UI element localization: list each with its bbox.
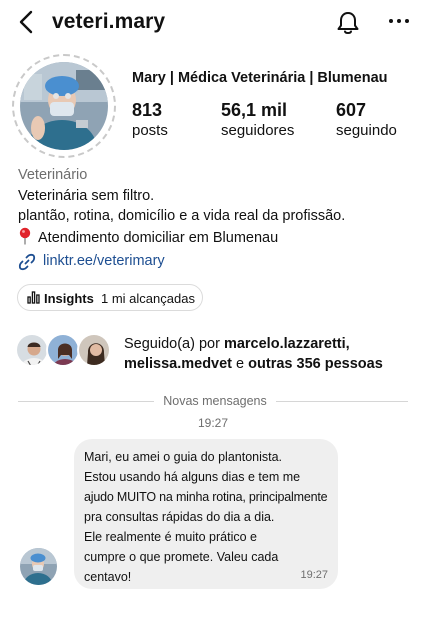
posts-stat[interactable]: 813 posts [132,99,168,140]
followed-prefix: Seguido(a) por [124,336,220,352]
message-line: cumpre o que promete. Valeu cada [84,550,279,564]
followed-joiner: e [236,356,245,372]
insights-label: Insights [44,291,94,306]
follower-avatar-2[interactable] [46,333,80,367]
profile-username: veteri.mary [52,10,166,33]
following-stat[interactable]: 607 seguindo [336,99,397,140]
message-line: Mari, eu amei o guia do plantonista. [84,450,283,464]
followers-count: 56,1 mil [221,100,288,120]
profile-category: Veterinário [18,167,88,183]
divider-line-left [18,401,154,402]
new-messages-divider: Novas mensagens [163,394,267,408]
followed-by-text[interactable]: Seguido(a) por marcelo.lazzaretti, melis… [124,334,383,374]
following-label: seguindo [336,122,397,139]
profile-link-text: linktr.ee/veterimary [43,253,165,269]
message-line: Ele realmente é muito prático e [84,530,258,544]
followed-others[interactable]: outras 356 pessoas [248,356,383,372]
follower-avatar-3[interactable] [77,333,111,367]
follower-avatar-1[interactable] [15,333,49,367]
follower-name-1[interactable]: marcelo.lazzaretti, [224,336,350,352]
link-icon [18,253,36,271]
message-bubble[interactable]: Mari, eu amei o guia do plantonista. Est… [74,439,338,589]
bio-line-3-row: Atendimento domiciliar em Blumenau [18,227,278,248]
following-count: 607 [336,100,367,120]
insights-button[interactable]: Insights 1 mi alcançadas [17,284,203,311]
follower-name-2[interactable]: melissa.medvet [124,356,232,372]
bio-line-1: Veterinária sem filtro. [18,188,155,204]
message-timestamp: 19:27 [197,416,229,430]
bell-icon[interactable] [334,9,362,37]
message-line: pra consultas rápidas do dia a dia. [84,510,275,524]
bar-chart-icon [27,291,40,304]
message-text: Mari, eu amei o guia do plantonista. Est… [84,447,334,587]
chevron-left-icon[interactable] [16,9,38,35]
posts-label: posts [132,122,168,139]
message-line: ajudo MUITO na minha rotina, principalme… [84,490,328,504]
insights-value: 1 mi alcançadas [101,291,195,306]
posts-count: 813 [132,100,163,120]
bio-line-3: Atendimento domiciliar em Blumenau [38,230,279,246]
avatar[interactable] [20,62,108,150]
display-name: Mary | Médica Veterinária | Blumenau [132,70,388,86]
followers-stat[interactable]: 56,1 mil seguidores [221,99,294,140]
message-line: Estou usando há alguns dias e tem me [84,470,301,484]
more-icon[interactable] [387,14,411,28]
message-time: 19:27 [300,569,328,581]
divider-line-right [276,401,408,402]
bio-line-2: plantão, rotina, domicílio e a vida real… [18,208,346,224]
followers-label: seguidores [221,122,295,139]
message-line: centavo! [84,570,132,584]
message-sender-avatar[interactable] [20,548,57,585]
pin-icon [19,227,31,245]
top-bar: veteri.mary [0,0,426,46]
